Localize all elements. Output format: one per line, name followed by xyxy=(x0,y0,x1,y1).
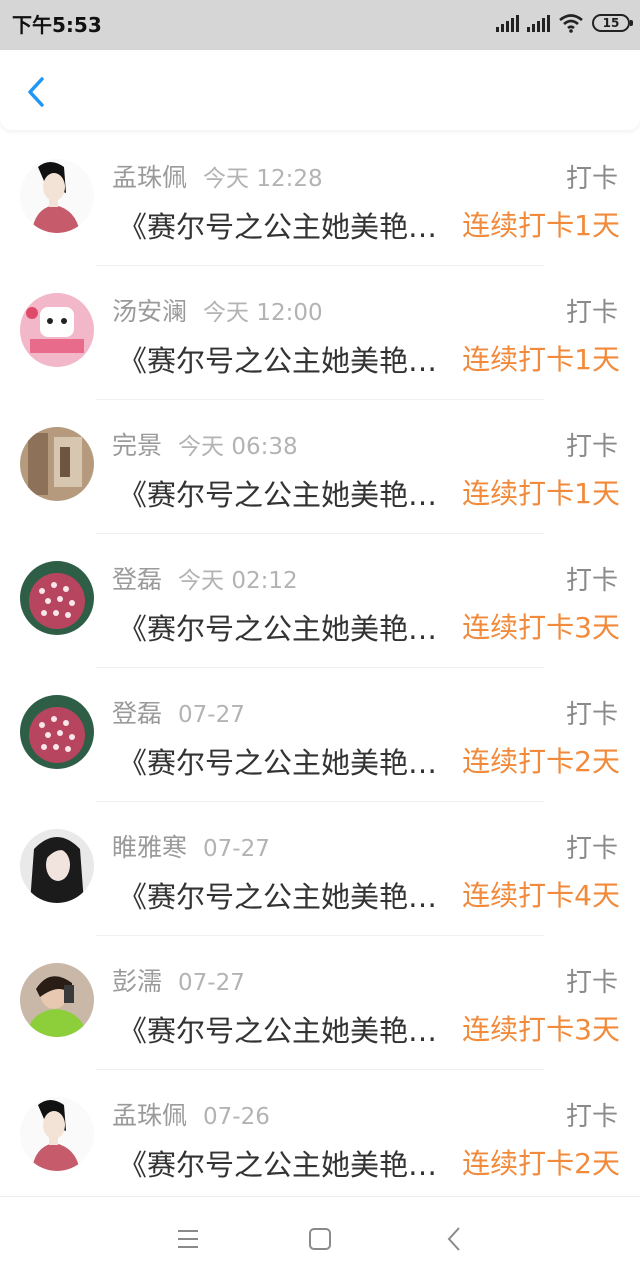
checkin-time: 07-27 xyxy=(178,970,245,996)
checkin-list: 孟珠佩 今天 12:28 打卡 《赛尔号之公主她美艳动人》 连续打卡1天 汤安澜今… xyxy=(0,132,640,1204)
user-name: 孟珠佩 07-26 xyxy=(112,1101,270,1130)
checkin-tag: 打卡 xyxy=(565,298,618,328)
checkin-row[interactable]: 睢雅寒 07-27 打卡 《赛尔号之公主她美艳动人》 连续打卡4天 xyxy=(0,802,640,936)
back-button[interactable] xyxy=(18,70,58,110)
status-time: 下午5:53 xyxy=(12,13,102,37)
checkin-tag: 打卡 xyxy=(565,164,618,194)
woman-illustration-avatar[interactable] xyxy=(20,1097,94,1171)
checkin-row[interactable]: 登磊 今天 02:12 打卡 《赛尔号之公主她美艳动人》 连续打卡3天 xyxy=(0,534,640,668)
system-nav-bar xyxy=(0,1196,640,1280)
home-square-icon xyxy=(309,1228,331,1250)
checkin-time: 07-27 xyxy=(178,702,245,728)
status-bar: 下午5:53 15 xyxy=(0,0,640,50)
checkin-time: 今天 12:28 xyxy=(203,166,323,192)
streak-label: 连续打卡1天 xyxy=(462,343,620,376)
wifi-icon xyxy=(559,14,583,33)
checkin-tag: 打卡 xyxy=(565,834,618,864)
home-button[interactable] xyxy=(302,1221,338,1257)
checkin-time: 今天 06:38 xyxy=(178,434,298,460)
user-name: 登磊 今天 02:12 xyxy=(112,565,298,594)
streak-label: 连续打卡3天 xyxy=(462,1013,620,1046)
checkin-row[interactable]: 完景 今天 06:38 打卡 《赛尔号之公主她美艳动人》 连续打卡1天 xyxy=(0,400,640,534)
checkin-time: 今天 02:12 xyxy=(178,568,298,594)
checkin-row[interactable]: 孟珠佩 今天 12:28 打卡 《赛尔号之公主她美艳动人》 连续打卡1天 xyxy=(0,132,640,266)
status-icons: 15 xyxy=(496,13,633,33)
signal-icon xyxy=(496,14,519,32)
book-title: 《赛尔号之公主她美艳动人》 xyxy=(118,210,458,244)
streak-label: 连续打卡1天 xyxy=(462,477,620,510)
book-title: 《赛尔号之公主她美艳动人》 xyxy=(118,1148,458,1182)
woman-illustration-avatar[interactable] xyxy=(20,159,94,233)
system-back-button[interactable] xyxy=(436,1221,472,1257)
book-title: 《赛尔号之公主她美艳动人》 xyxy=(118,344,458,378)
checkin-tag: 打卡 xyxy=(565,432,618,462)
checkin-tag: 打卡 xyxy=(565,700,618,730)
book-title: 《赛尔号之公主她美艳动人》 xyxy=(118,746,458,780)
menu-icon xyxy=(178,1230,198,1248)
user-name: 睢雅寒 07-27 xyxy=(112,833,270,862)
book-title: 《赛尔号之公主她美艳动人》 xyxy=(118,880,458,914)
dark-hair-avatar[interactable] xyxy=(20,829,94,903)
checkin-row[interactable]: 彭濡 07-27 打卡 《赛尔号之公主她美艳动人》 连续打卡3天 xyxy=(0,936,640,1070)
checkin-time: 07-26 xyxy=(203,1104,270,1130)
nav-header xyxy=(0,50,640,130)
user-name: 孟珠佩 今天 12:28 xyxy=(112,163,323,192)
streak-label: 连续打卡1天 xyxy=(462,209,620,242)
streak-label: 连续打卡2天 xyxy=(462,745,620,778)
brown-photo-avatar[interactable] xyxy=(20,427,94,501)
book-title: 《赛尔号之公主她美艳动人》 xyxy=(118,612,458,646)
user-name: 汤安澜 今天 12:00 xyxy=(112,297,323,326)
signal-icon xyxy=(527,14,550,32)
checkin-row[interactable]: 孟珠佩 07-26 打卡 《赛尔号之公主她美艳动人》 连续打卡2天 xyxy=(0,1070,640,1204)
battery-icon: 15 xyxy=(592,14,633,32)
flower-avatar[interactable] xyxy=(20,561,94,635)
flower-avatar[interactable] xyxy=(20,695,94,769)
chevron-left-icon xyxy=(28,77,44,107)
book-title: 《赛尔号之公主她美艳动人》 xyxy=(118,1014,458,1048)
user-name: 彭濡 07-27 xyxy=(112,967,245,996)
checkin-time: 今天 12:00 xyxy=(203,300,323,326)
green-jacket-avatar[interactable] xyxy=(20,963,94,1037)
checkin-tag: 打卡 xyxy=(565,968,618,998)
book-title: 《赛尔号之公主她美艳动人》 xyxy=(118,478,458,512)
checkin-tag: 打卡 xyxy=(565,1102,618,1132)
user-name: 完景 今天 06:38 xyxy=(112,431,298,460)
user-name: 登磊 07-27 xyxy=(112,699,245,728)
checkin-tag: 打卡 xyxy=(565,566,618,596)
streak-label: 连续打卡2天 xyxy=(462,1147,620,1180)
checkin-row[interactable]: 登磊 07-27 打卡 《赛尔号之公主她美艳动人》 连续打卡2天 xyxy=(0,668,640,802)
streak-label: 连续打卡3天 xyxy=(462,611,620,644)
checkin-time: 07-27 xyxy=(203,836,270,862)
pink-cartoon-avatar[interactable] xyxy=(20,293,94,367)
streak-label: 连续打卡4天 xyxy=(462,879,620,912)
menu-button[interactable] xyxy=(170,1221,206,1257)
checkin-row[interactable]: 汤安澜 今天 12:00 打卡 《赛尔号之公主她美艳动人》 连续打卡1天 xyxy=(0,266,640,400)
back-triangle-icon xyxy=(447,1227,460,1251)
